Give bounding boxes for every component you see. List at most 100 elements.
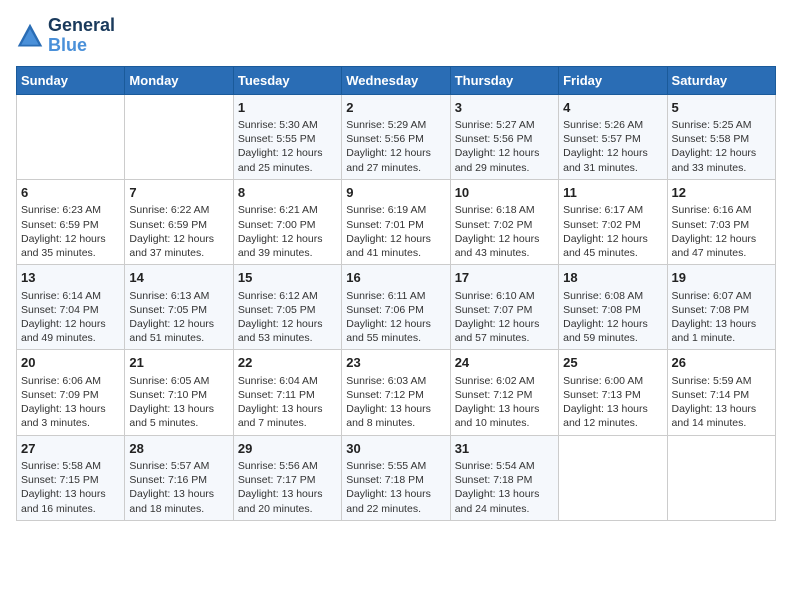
header: General Blue [16,16,776,56]
day-number: 16 [346,269,445,287]
day-number: 24 [455,354,554,372]
cell-content: Sunrise: 6:13 AMSunset: 7:05 PMDaylight:… [129,289,228,346]
cell-content: Sunrise: 5:26 AMSunset: 5:57 PMDaylight:… [563,118,662,175]
day-number: 13 [21,269,120,287]
day-number: 6 [21,184,120,202]
calendar-header-row: SundayMondayTuesdayWednesdayThursdayFrid… [17,66,776,94]
cell-content: Sunrise: 5:27 AMSunset: 5:56 PMDaylight:… [455,118,554,175]
cell-content: Sunrise: 6:00 AMSunset: 7:13 PMDaylight:… [563,374,662,431]
day-number: 1 [238,99,337,117]
calendar-cell: 2Sunrise: 5:29 AMSunset: 5:56 PMDaylight… [342,94,450,179]
cell-content: Sunrise: 6:19 AMSunset: 7:01 PMDaylight:… [346,203,445,260]
calendar-cell: 26 Sunrise: 5:59 AMSunset: 7:14 PMDayligh… [667,350,775,435]
day-number: 25 [563,354,662,372]
day-number: 12 [672,184,771,202]
calendar-cell: 16Sunrise: 6:11 AMSunset: 7:06 PMDayligh… [342,265,450,350]
calendar-cell: 11Sunrise: 6:17 AMSunset: 7:02 PMDayligh… [559,179,667,264]
cell-content: Sunrise: 5:58 AMSunset: 7:15 PMDaylight:… [21,459,120,516]
calendar-cell: 8Sunrise: 6:21 AMSunset: 7:00 PMDaylight… [233,179,341,264]
calendar-cell: 19Sunrise: 6:07 AMSunset: 7:08 PMDayligh… [667,265,775,350]
day-number: 7 [129,184,228,202]
cell-content: Sunrise: 6:06 AMSunset: 7:09 PMDaylight:… [21,374,120,431]
day-number: 8 [238,184,337,202]
calendar-cell: 28Sunrise: 5:57 AMSunset: 7:16 PMDayligh… [125,435,233,520]
cell-content: Sunrise: 5:56 AMSunset: 7:17 PMDaylight:… [238,459,337,516]
calendar-table: SundayMondayTuesdayWednesdayThursdayFrid… [16,66,776,521]
cell-content: Sunrise: 6:16 AMSunset: 7:03 PMDaylight:… [672,203,771,260]
day-number: 18 [563,269,662,287]
calendar-body: 1Sunrise: 5:30 AMSunset: 5:55 PMDaylight… [17,94,776,520]
day-number: 10 [455,184,554,202]
day-number: 4 [563,99,662,117]
calendar-cell: 21Sunrise: 6:05 AMSunset: 7:10 PMDayligh… [125,350,233,435]
calendar-cell: 30Sunrise: 5:55 AMSunset: 7:18 PMDayligh… [342,435,450,520]
calendar-cell: 23Sunrise: 6:03 AMSunset: 7:12 PMDayligh… [342,350,450,435]
day-number: 14 [129,269,228,287]
day-number: 20 [21,354,120,372]
day-number: 31 [455,440,554,458]
cell-content: Sunrise: 5:29 AMSunset: 5:56 PMDaylight:… [346,118,445,175]
cell-content: Sunrise: 6:02 AMSunset: 7:12 PMDaylight:… [455,374,554,431]
calendar-cell: 4Sunrise: 5:26 AMSunset: 5:57 PMDaylight… [559,94,667,179]
day-number: 5 [672,99,771,117]
day-number: 29 [238,440,337,458]
calendar-cell: 13 Sunrise: 6:14 AMSunset: 7:04 PMDayligh… [17,265,125,350]
calendar-cell: 20 Sunrise: 6:06 AMSunset: 7:09 PMDayligh… [17,350,125,435]
cell-content: Sunrise: 6:23 AMSunset: 6:59 PMDaylight:… [21,203,120,260]
calendar-cell: 12Sunrise: 6:16 AMSunset: 7:03 PMDayligh… [667,179,775,264]
day-number: 27 [21,440,120,458]
day-number: 17 [455,269,554,287]
day-number: 19 [672,269,771,287]
cell-content: Sunrise: 6:22 AMSunset: 6:59 PMDaylight:… [129,203,228,260]
calendar-cell: 10Sunrise: 6:18 AMSunset: 7:02 PMDayligh… [450,179,558,264]
logo-text: General Blue [48,16,115,56]
day-number: 15 [238,269,337,287]
cell-content: Sunrise: 6:12 AMSunset: 7:05 PMDaylight:… [238,289,337,346]
calendar-cell [17,94,125,179]
calendar-cell: 1Sunrise: 5:30 AMSunset: 5:55 PMDaylight… [233,94,341,179]
cell-content: Sunrise: 5:30 AMSunset: 5:55 PMDaylight:… [238,118,337,175]
calendar-week-3: 13 Sunrise: 6:14 AMSunset: 7:04 PMDayligh… [17,265,776,350]
cell-content: Sunrise: 6:04 AMSunset: 7:11 PMDaylight:… [238,374,337,431]
cell-content: Sunrise: 6:10 AMSunset: 7:07 PMDaylight:… [455,289,554,346]
day-header-saturday: Saturday [667,66,775,94]
calendar-cell: 7Sunrise: 6:22 AMSunset: 6:59 PMDaylight… [125,179,233,264]
calendar-cell [125,94,233,179]
cell-content: Sunrise: 6:03 AMSunset: 7:12 PMDaylight:… [346,374,445,431]
calendar-cell: 29Sunrise: 5:56 AMSunset: 7:17 PMDayligh… [233,435,341,520]
cell-content: Sunrise: 6:08 AMSunset: 7:08 PMDaylight:… [563,289,662,346]
cell-content: Sunrise: 5:25 AMSunset: 5:58 PMDaylight:… [672,118,771,175]
cell-content: Sunrise: 6:21 AMSunset: 7:00 PMDaylight:… [238,203,337,260]
calendar-cell [667,435,775,520]
calendar-cell: 18 Sunrise: 6:08 AMSunset: 7:08 PMDayligh… [559,265,667,350]
calendar-cell: 5Sunrise: 5:25 AMSunset: 5:58 PMDaylight… [667,94,775,179]
day-header-wednesday: Wednesday [342,66,450,94]
calendar-week-2: 6Sunrise: 6:23 AMSunset: 6:59 PMDaylight… [17,179,776,264]
cell-content: Sunrise: 6:18 AMSunset: 7:02 PMDaylight:… [455,203,554,260]
calendar-cell: 17 Sunrise: 6:10 AMSunset: 7:07 PMDayligh… [450,265,558,350]
calendar-cell: 3Sunrise: 5:27 AMSunset: 5:56 PMDaylight… [450,94,558,179]
day-number: 2 [346,99,445,117]
day-header-thursday: Thursday [450,66,558,94]
day-number: 11 [563,184,662,202]
day-header-tuesday: Tuesday [233,66,341,94]
day-number: 28 [129,440,228,458]
calendar-cell: 9Sunrise: 6:19 AMSunset: 7:01 PMDaylight… [342,179,450,264]
cell-content: Sunrise: 6:14 AMSunset: 7:04 PMDaylight:… [21,289,120,346]
cell-content: Sunrise: 6:05 AMSunset: 7:10 PMDaylight:… [129,374,228,431]
cell-content: Sunrise: 5:57 AMSunset: 7:16 PMDaylight:… [129,459,228,516]
calendar-week-1: 1Sunrise: 5:30 AMSunset: 5:55 PMDaylight… [17,94,776,179]
cell-content: Sunrise: 6:17 AMSunset: 7:02 PMDaylight:… [563,203,662,260]
day-header-monday: Monday [125,66,233,94]
cell-content: Sunrise: 5:59 AMSunset: 7:14 PMDaylight:… [672,374,771,431]
day-number: 9 [346,184,445,202]
calendar-cell: 22 Sunrise: 6:04 AMSunset: 7:11 PMDayligh… [233,350,341,435]
calendar-cell: 14 Sunrise: 6:13 AMSunset: 7:05 PMDayligh… [125,265,233,350]
cell-content: Sunrise: 5:55 AMSunset: 7:18 PMDaylight:… [346,459,445,516]
calendar-cell: 27Sunrise: 5:58 AMSunset: 7:15 PMDayligh… [17,435,125,520]
day-number: 22 [238,354,337,372]
calendar-cell: 31Sunrise: 5:54 AMSunset: 7:18 PMDayligh… [450,435,558,520]
calendar-cell [559,435,667,520]
calendar-week-4: 20 Sunrise: 6:06 AMSunset: 7:09 PMDayligh… [17,350,776,435]
day-number: 26 [672,354,771,372]
